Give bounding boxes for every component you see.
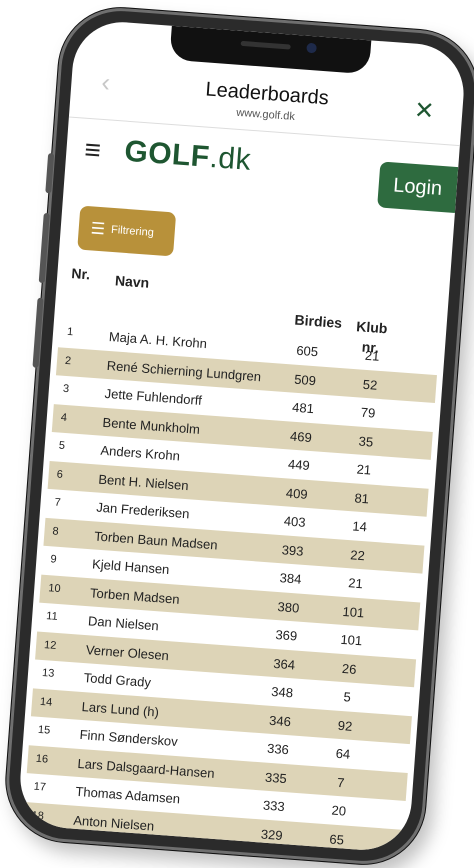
column-header-birdies[interactable]: Birdies [294, 312, 343, 331]
birdies-count: 469 [289, 428, 313, 445]
row-nr: 7 [54, 496, 62, 509]
birdies-count: 369 [275, 627, 298, 644]
row-nr: 2 [64, 354, 72, 367]
row-nr: 12 [43, 638, 57, 652]
row-nr: 8 [52, 524, 60, 538]
klub-header-line1: Klub [355, 318, 388, 337]
row-nr: 13 [41, 667, 55, 680]
leaderboard-table: 1 Maja A. H. Krohn 605 21 2 René Schierning L… [22, 318, 440, 854]
phone-screen: ‹ Leaderboards www.golf.dk ✕ ≡ GOLF.dk L… [16, 18, 468, 854]
row-nr: 14 [39, 695, 53, 709]
birdies-count: 605 [295, 342, 319, 360]
row-nr: 10 [47, 581, 62, 595]
klub-nr: 21 [347, 575, 364, 592]
logo-suffix: .dk [208, 140, 253, 177]
klub-nr: 20 [331, 802, 347, 819]
birdies-count: 393 [281, 541, 305, 559]
player-name: Torben Baun Madsen [93, 527, 219, 552]
row-nr: 4 [60, 411, 68, 424]
column-header-nr[interactable]: Nr. [71, 265, 91, 282]
row-nr: 15 [37, 723, 51, 737]
klub-nr: 101 [339, 631, 363, 649]
klub-nr: 92 [337, 717, 353, 734]
row-nr: 11 [45, 610, 59, 623]
player-name: Kjeld Hansen [91, 556, 170, 578]
column-header-navn[interactable]: Navn [114, 272, 149, 290]
player-name: Finn Sønderskov [79, 726, 179, 750]
player-name: Maja A. H. Krohn [108, 329, 208, 352]
birdies-count: 333 [262, 797, 286, 815]
klub-nr: 81 [354, 489, 370, 506]
front-camera [306, 42, 317, 54]
birdies-count: 449 [287, 456, 311, 474]
klub-nr: 22 [349, 546, 366, 563]
birdies-count: 481 [291, 399, 315, 417]
player-name: Bente Munkholm [102, 414, 201, 437]
row-nr: 17 [33, 780, 47, 794]
birdies-count: 380 [277, 598, 300, 616]
birdies-count: 409 [285, 484, 309, 502]
row-nr: 6 [56, 468, 64, 481]
row-nr: 9 [50, 553, 58, 566]
birdies-count: 364 [272, 655, 296, 672]
birdies-count: 336 [266, 740, 290, 758]
klub-nr: 5 [343, 689, 352, 705]
player-name: Thomas Adamsen [74, 783, 181, 807]
klub-nr: 64 [335, 745, 351, 762]
birdies-count: 329 [260, 825, 284, 843]
row-nr: 5 [58, 439, 66, 453]
filter-button[interactable]: ☰ Filtrering [77, 205, 177, 257]
site-logo[interactable]: GOLF.dk [123, 135, 252, 178]
speaker-grille [240, 40, 291, 50]
close-icon[interactable]: ✕ [413, 96, 435, 126]
player-name: Verner Olesen [85, 641, 170, 663]
klub-nr: 52 [362, 376, 378, 393]
menu-icon[interactable]: ≡ [83, 134, 102, 167]
birdies-count: 346 [268, 712, 292, 729]
row-nr: 1 [66, 325, 74, 339]
klub-nr: 14 [351, 518, 368, 535]
row-nr: 16 [35, 752, 49, 766]
klub-nr: 101 [342, 603, 365, 620]
player-name: Torben Madsen [89, 584, 181, 607]
player-name: Jette Fuhlendorff [104, 385, 203, 408]
klub-nr: 21 [364, 347, 380, 364]
login-button[interactable]: Login [377, 161, 459, 213]
klub-nr: 21 [356, 461, 372, 478]
player-name: Bent H. Nielsen [97, 471, 190, 493]
sliders-icon: ☰ [90, 220, 106, 239]
birdies-count: 384 [279, 570, 302, 587]
player-name: Anders Krohn [100, 442, 181, 464]
row-nr: 18 [31, 809, 45, 822]
birdies-count: 335 [264, 769, 288, 786]
klub-nr: 7 [336, 774, 346, 790]
birdies-count: 403 [283, 513, 307, 530]
logo-main: GOLF [123, 134, 211, 174]
klub-nr: 26 [341, 660, 358, 677]
player-name: Lars Dalsgaard-Hansen [77, 755, 216, 781]
klub-nr: 65 [328, 831, 345, 848]
filter-label: Filtrering [110, 223, 155, 239]
player-name: Jan Frederiksen [95, 499, 190, 522]
birdies-count: 509 [293, 371, 317, 388]
klub-nr: 35 [358, 433, 374, 450]
birdies-count: 348 [270, 683, 294, 701]
row-nr: 3 [62, 382, 70, 396]
klub-nr: 79 [360, 404, 376, 421]
player-name: Todd Grady [83, 670, 152, 690]
player-name: Lars Lund (h) [81, 698, 160, 720]
phone-mockup: ‹ Leaderboards www.golf.dk ✕ ≡ GOLF.dk L… [1, 3, 474, 868]
player-name: Dan Nielsen [87, 613, 160, 634]
